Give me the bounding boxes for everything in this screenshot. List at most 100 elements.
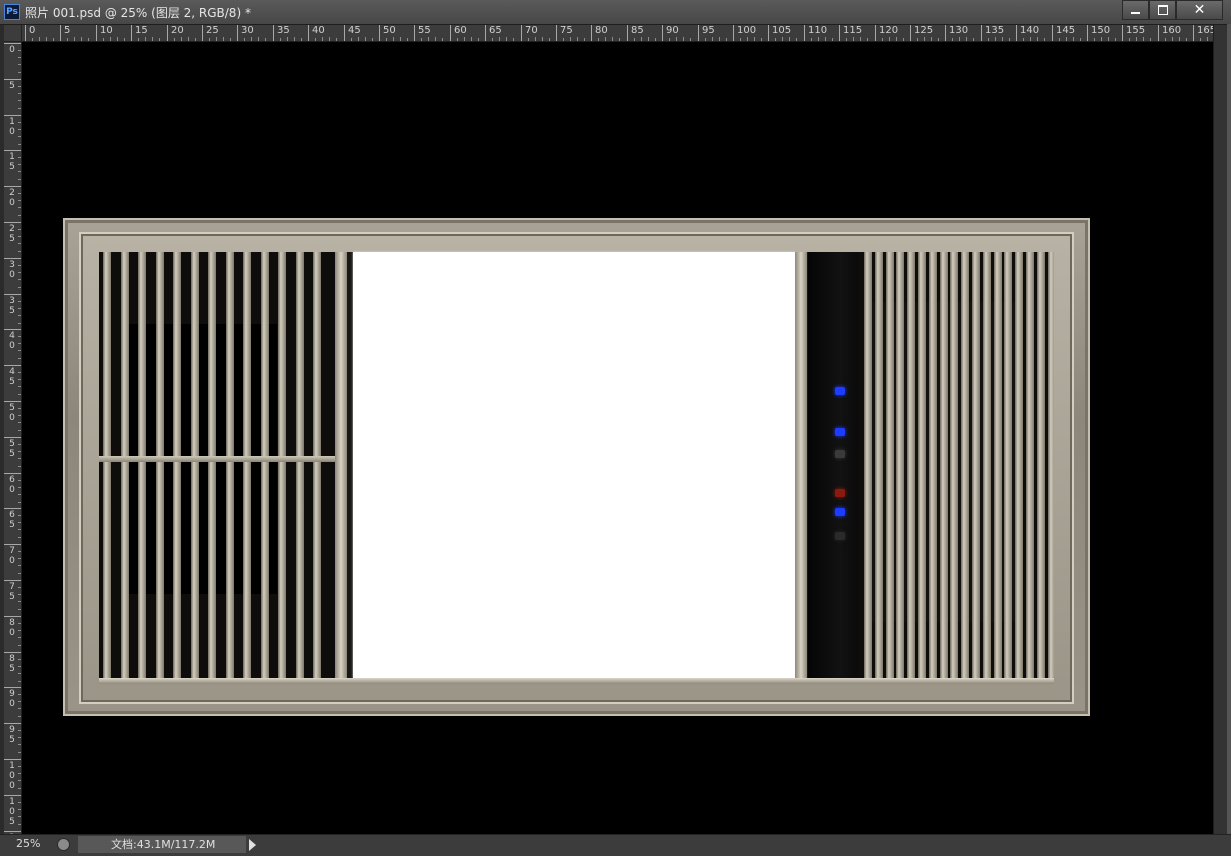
ruler-tick	[18, 171, 21, 172]
ruler-h-mark: 5	[60, 25, 70, 41]
ruler-h-mark: 120	[875, 25, 898, 41]
ruler-tick	[598, 38, 599, 41]
ruler-v-label: 70	[9, 546, 15, 566]
ruler-tick	[145, 37, 146, 41]
ruler-tick	[584, 38, 585, 41]
photoshop-logo-icon: Ps	[4, 4, 20, 20]
grille-slat	[939, 252, 948, 684]
ruler-tick	[18, 752, 21, 753]
ruler-tick	[18, 287, 21, 288]
ruler-tick	[853, 37, 854, 41]
ruler-v-label: 85	[9, 654, 15, 674]
ruler-h-mark: 155	[1122, 25, 1145, 41]
ruler-tick	[499, 37, 500, 41]
ruler-tick	[18, 780, 21, 781]
ruler-v-label: 95	[9, 725, 15, 745]
status-options-icon[interactable]	[57, 838, 70, 851]
ruler-tick	[110, 37, 111, 41]
ruler-tick	[634, 38, 635, 41]
status-menu-arrow-icon[interactable]	[249, 839, 256, 851]
ruler-tick	[1101, 37, 1102, 41]
ruler-tick	[138, 38, 139, 41]
ruler-tick	[159, 38, 160, 41]
ruler-h-label: 125	[914, 25, 934, 36]
ruler-tick	[18, 394, 21, 395]
ruler-tick	[18, 430, 21, 431]
ruler-tick	[188, 37, 189, 41]
ruler-tick	[506, 37, 507, 41]
ruler-tick	[18, 701, 21, 702]
ruler-h-mark: 35	[273, 25, 290, 41]
ruler-h-mark: 55	[414, 25, 431, 41]
ruler-tick	[18, 164, 21, 165]
ruler-tick	[18, 681, 21, 682]
ruler-tick	[329, 37, 330, 41]
ruler-h-label: 20	[171, 25, 184, 36]
vertical-ruler[interactable]: 0 5 10 15 20 25 30 35 40 45 50 55 60 65 70 75 80 85 90 95 10…	[4, 42, 22, 834]
ruler-h-label: 10	[100, 25, 113, 36]
ruler-h-mark: 65	[485, 25, 502, 41]
ruler-tick	[846, 38, 847, 41]
zoom-level[interactable]: 25%	[16, 837, 40, 850]
ruler-v-label: 60	[9, 475, 15, 495]
document-canvas[interactable]	[22, 42, 1213, 834]
ruler-h-mark: 100	[733, 25, 756, 41]
ruler-tick	[789, 37, 790, 41]
ruler-tick	[358, 37, 359, 41]
ruler-h-mark: 80	[591, 25, 608, 41]
ruler-h-label: 100	[737, 25, 757, 36]
right-vent-grille	[858, 252, 1054, 684]
ruler-tick	[18, 386, 21, 387]
grille-slat	[1036, 252, 1045, 684]
ruler-tick	[18, 415, 21, 416]
ruler-tick	[528, 38, 529, 41]
ruler-h-label: 150	[1091, 25, 1111, 36]
ruler-h-mark: 0	[25, 25, 35, 41]
ruler-tick	[18, 301, 21, 302]
ruler-tick	[18, 494, 21, 495]
ruler-tick	[18, 730, 21, 731]
maximize-button[interactable]	[1149, 0, 1176, 20]
ruler-tick	[18, 308, 21, 309]
ruler-tick	[46, 37, 47, 41]
ruler-h-label: 145	[1056, 25, 1076, 36]
ruler-tick	[754, 37, 755, 41]
ruler-tick	[336, 38, 337, 41]
ruler-tick	[535, 37, 536, 41]
ruler-v-label: 100	[9, 761, 15, 791]
title-bar: Ps 照片 001.psd @ 25% (图层 2, RGB/8) * ✕	[0, 0, 1231, 25]
close-button[interactable]: ✕	[1176, 0, 1223, 20]
ruler-tick	[18, 515, 21, 516]
grille-slat	[103, 252, 111, 684]
vertical-scrollbar[interactable]	[1213, 25, 1228, 834]
ruler-tick	[938, 38, 939, 41]
grille-slat	[928, 252, 937, 684]
ruler-tick	[995, 37, 996, 41]
minimize-button[interactable]	[1122, 0, 1149, 20]
ruler-tick	[641, 37, 642, 41]
grille-slat	[190, 252, 199, 684]
grille-slat	[950, 252, 959, 684]
grille-slat	[874, 252, 883, 684]
ruler-tick	[605, 37, 606, 41]
ruler-tick	[18, 215, 21, 216]
ruler-h-mark: 160	[1158, 25, 1181, 41]
ruler-tick	[18, 323, 21, 324]
grille-slat	[1004, 252, 1013, 684]
ruler-v-label: 15	[9, 152, 15, 172]
ruler-v-label: 65	[9, 510, 15, 530]
ruler-tick	[124, 38, 125, 41]
ruler-tick	[973, 38, 974, 41]
ruler-h-label: 130	[949, 25, 969, 36]
ruler-tick	[726, 38, 727, 41]
ruler-tick	[478, 38, 479, 41]
ruler-h-label: 25	[206, 25, 219, 36]
ruler-tick	[393, 37, 394, 41]
heater-panel-image	[63, 218, 1090, 716]
ruler-origin[interactable]	[4, 25, 22, 42]
ruler-tick	[1066, 37, 1067, 41]
ruler-tick	[407, 38, 408, 41]
ruler-tick	[18, 458, 21, 459]
horizontal-ruler[interactable]: 0 5 10 15 20 25 30 35 40 45 50 55 60 65 70 75 80 85 90 95 10…	[22, 25, 1213, 42]
ruler-tick	[747, 37, 748, 41]
